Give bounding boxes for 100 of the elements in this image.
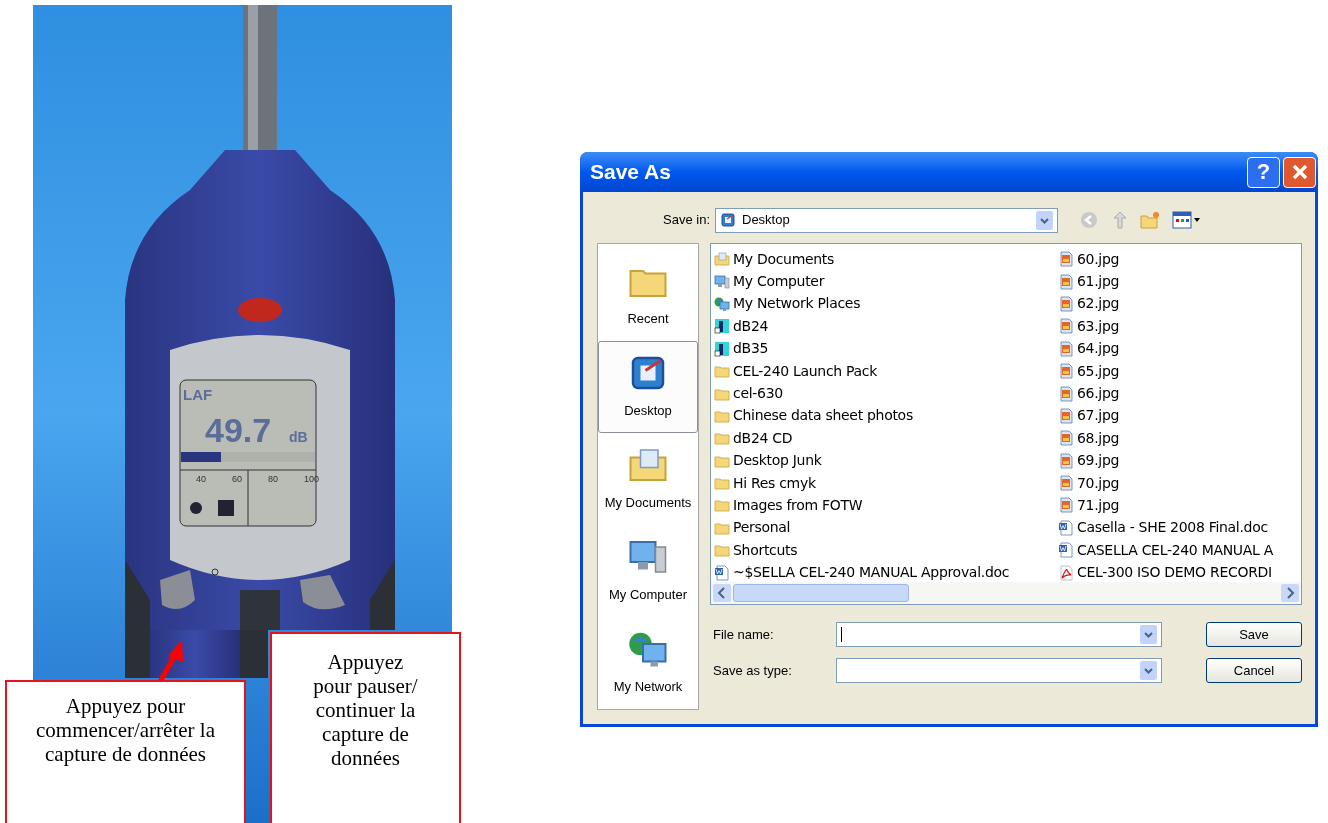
- file-item[interactable]: Personal: [714, 516, 1058, 540]
- file-name: 63.jpg: [1077, 316, 1120, 336]
- dropdown-field[interactable]: [836, 658, 1162, 683]
- help-button[interactable]: ?: [1247, 156, 1280, 188]
- file-item[interactable]: 61.jpg: [1058, 270, 1301, 293]
- places-item[interactable]: My Computer: [598, 525, 698, 617]
- file-item[interactable]: dB24: [714, 315, 1058, 338]
- file-item[interactable]: 66.jpg: [1058, 382, 1301, 405]
- places-label: My Documents: [604, 494, 692, 513]
- weighting-label: LAF: [183, 386, 213, 403]
- image-file-icon: [1058, 497, 1074, 514]
- network-icon: [714, 295, 730, 312]
- pdf-file-icon: [1058, 564, 1074, 581]
- image-file-icon: [1058, 475, 1074, 492]
- dropdown-field[interactable]: Desktop: [715, 207, 1058, 233]
- dialog-button[interactable]: Save: [1206, 622, 1302, 647]
- location-value: Desktop: [742, 211, 790, 230]
- field-label: File name:: [712, 625, 775, 644]
- scrollbar-thumb[interactable]: [733, 584, 909, 602]
- app-shortcut-icon: [714, 340, 730, 357]
- file-item[interactable]: 63.jpg: [1058, 315, 1301, 338]
- file-item[interactable]: CASELLA CEL-240 MANUAL A: [1058, 539, 1301, 562]
- file-name: cel-630: [733, 384, 783, 404]
- file-name: CASELLA CEL-240 MANUAL A: [1077, 540, 1273, 560]
- image-file-icon: [1058, 273, 1074, 290]
- file-item[interactable]: dB35: [714, 337, 1058, 360]
- word-document-icon: [1058, 519, 1074, 536]
- file-item[interactable]: 62.jpg: [1058, 292, 1301, 316]
- file-item[interactable]: 67.jpg: [1058, 404, 1301, 428]
- scroll-left-icon[interactable]: [713, 584, 731, 602]
- desktop-icon: [720, 212, 736, 228]
- new-folder-icon[interactable]: [1140, 211, 1160, 229]
- file-item[interactable]: My Computer: [714, 270, 1058, 293]
- file-item[interactable]: dB24 CD: [714, 427, 1058, 450]
- image-file-icon: [1058, 385, 1074, 402]
- file-item[interactable]: 60.jpg: [1058, 248, 1301, 271]
- image-file-icon: [1058, 295, 1074, 312]
- app-shortcut-icon: [714, 318, 730, 335]
- file-item[interactable]: 71.jpg: [1058, 494, 1301, 517]
- places-item[interactable]: My Network: [598, 617, 698, 709]
- file-name: My Network Places: [733, 294, 861, 314]
- file-name: My Documents: [733, 249, 835, 269]
- file-name: 60.jpg: [1077, 249, 1120, 269]
- file-name: Shortcuts: [733, 540, 798, 560]
- file-name: CEL-240 Launch Pack: [733, 361, 878, 381]
- places-label: My Computer: [609, 586, 687, 605]
- view-menu-icon[interactable]: [1172, 211, 1202, 229]
- field-label: Save as type:: [712, 661, 793, 680]
- file-item[interactable]: Shortcuts: [714, 539, 1058, 562]
- places-label: Recent: [627, 310, 669, 329]
- file-name: 61.jpg: [1077, 272, 1120, 292]
- file-item[interactable]: Casella - SHE 2008 Final.doc: [1058, 516, 1301, 540]
- close-button[interactable]: [1283, 156, 1316, 188]
- sound-level-reading: 49.7: [205, 411, 272, 449]
- image-file-icon: [1058, 318, 1074, 335]
- file-item[interactable]: Desktop Junk: [714, 449, 1058, 472]
- image-file-icon: [1058, 430, 1074, 447]
- file-item[interactable]: ~$SELLA CEL-240 MANUAL Approval.doc: [714, 561, 1058, 582]
- file-item[interactable]: cel-630: [714, 382, 1058, 405]
- file-name: 69.jpg: [1077, 451, 1120, 471]
- places-item[interactable]: My Documents: [598, 433, 698, 525]
- places-item[interactable]: Recent: [598, 249, 698, 341]
- file-item[interactable]: 68.jpg: [1058, 427, 1301, 450]
- file-name: 65.jpg: [1077, 361, 1120, 381]
- dropdown-field[interactable]: [836, 622, 1162, 647]
- file-item[interactable]: My Network Places: [714, 292, 1058, 316]
- file-item[interactable]: 64.jpg: [1058, 337, 1301, 360]
- scroll-right-icon[interactable]: [1281, 584, 1299, 602]
- file-item[interactable]: Chinese data sheet photos: [714, 404, 1058, 428]
- file-item[interactable]: 65.jpg: [1058, 359, 1301, 383]
- folder-icon: [714, 497, 730, 514]
- file-item[interactable]: CEL-300 ISO DEMO RECORDI: [1058, 561, 1301, 582]
- file-item[interactable]: 69.jpg: [1058, 449, 1301, 472]
- dialog-button[interactable]: Cancel: [1206, 658, 1302, 683]
- callout-text: Appuyez pour commencer/arrêter la capture de données: [5, 680, 246, 823]
- scale-label: 40: [196, 474, 206, 484]
- file-item[interactable]: CEL-240 Launch Pack: [714, 359, 1058, 383]
- text-cursor: [841, 627, 842, 642]
- file-name: Desktop Junk: [733, 451, 822, 471]
- file-name: dB35: [733, 339, 769, 359]
- file-name: Images from FOTW: [733, 496, 863, 515]
- file-item[interactable]: 70.jpg: [1058, 471, 1301, 495]
- file-name: Chinese data sheet photos: [733, 406, 913, 426]
- file-name: My Computer: [733, 272, 825, 292]
- callout-text: Appuyez pour pauser/ continuer la capture de données: [270, 632, 461, 823]
- file-item[interactable]: My Documents: [714, 248, 1058, 271]
- word-document-icon: [714, 564, 730, 581]
- file-name: CEL-300 ISO DEMO RECORDI: [1077, 563, 1272, 582]
- file-name: Casella - SHE 2008 Final.doc: [1077, 518, 1268, 538]
- file-name: Hi Res cmyk: [733, 473, 816, 493]
- folder-icon: [714, 430, 730, 447]
- file-item[interactable]: Images from FOTW: [714, 494, 1058, 517]
- save-in-label: Save in:: [662, 211, 711, 230]
- image-file-icon: [1058, 407, 1074, 424]
- file-name: 68.jpg: [1077, 428, 1120, 448]
- places-item[interactable]: Desktop: [598, 341, 698, 433]
- file-name: 62.jpg: [1077, 294, 1120, 314]
- horizontal-scrollbar[interactable]: [711, 582, 1301, 604]
- word-document-icon: [1058, 542, 1074, 559]
- file-item[interactable]: Hi Res cmyk: [714, 471, 1058, 495]
